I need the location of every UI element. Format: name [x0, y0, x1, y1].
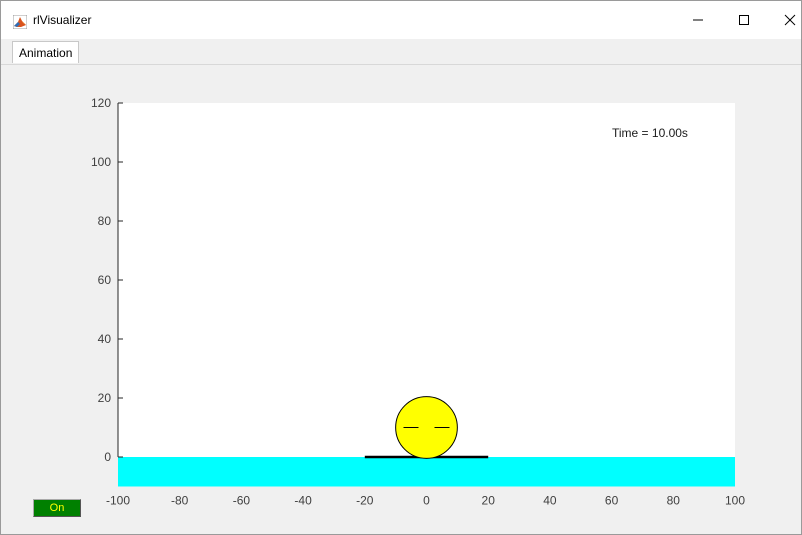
- x-tick-label: -40: [294, 494, 312, 508]
- on-toggle-button[interactable]: On: [33, 499, 81, 517]
- y-tick-label: 0: [104, 450, 111, 464]
- minimize-button[interactable]: [675, 1, 721, 39]
- y-tick-label: 20: [98, 391, 112, 405]
- matlab-logo-icon: [13, 15, 27, 29]
- animation-plot: 0 20 40 60 80 100 120 -100 -80 -60 -40 -20 0 20 40 60 8…: [91, 96, 745, 508]
- x-tick-label: 100: [725, 494, 745, 508]
- x-tick-label: -80: [171, 494, 189, 508]
- minimize-icon: [693, 19, 703, 21]
- x-tick-label: 40: [543, 494, 557, 508]
- y-tick-label: 120: [91, 96, 111, 110]
- x-tick-label: 60: [605, 494, 619, 508]
- water-surface: [118, 457, 735, 487]
- y-tick-label: 40: [98, 332, 112, 346]
- x-tick-label: -60: [233, 494, 251, 508]
- y-tick-label: 60: [98, 273, 112, 287]
- x-tick-label: -20: [356, 494, 374, 508]
- y-tick-label: 80: [98, 214, 112, 228]
- tab-animation[interactable]: Animation: [12, 41, 80, 63]
- window-title: rlVisualizer: [33, 13, 92, 27]
- x-tick-label: 80: [667, 494, 681, 508]
- time-label: Time = 10.00s: [612, 126, 688, 140]
- maximize-button[interactable]: [721, 1, 767, 39]
- x-tick-label: -100: [106, 494, 130, 508]
- maximize-icon: [739, 15, 749, 25]
- y-tick-label: 100: [91, 155, 111, 169]
- menu-bar: Animation: [1, 39, 801, 65]
- x-tick-label: 0: [423, 494, 430, 508]
- x-axis-ticks: -100 -80 -60 -40 -20 0 20 40 60 80 100: [106, 494, 745, 508]
- close-icon: [784, 14, 796, 26]
- app-window: rlVisualizer Animation 0 20 40 60 80 100 120: [0, 0, 802, 535]
- title-bar[interactable]: rlVisualizer: [1, 1, 801, 39]
- close-button[interactable]: [767, 1, 802, 39]
- x-tick-label: 20: [482, 494, 496, 508]
